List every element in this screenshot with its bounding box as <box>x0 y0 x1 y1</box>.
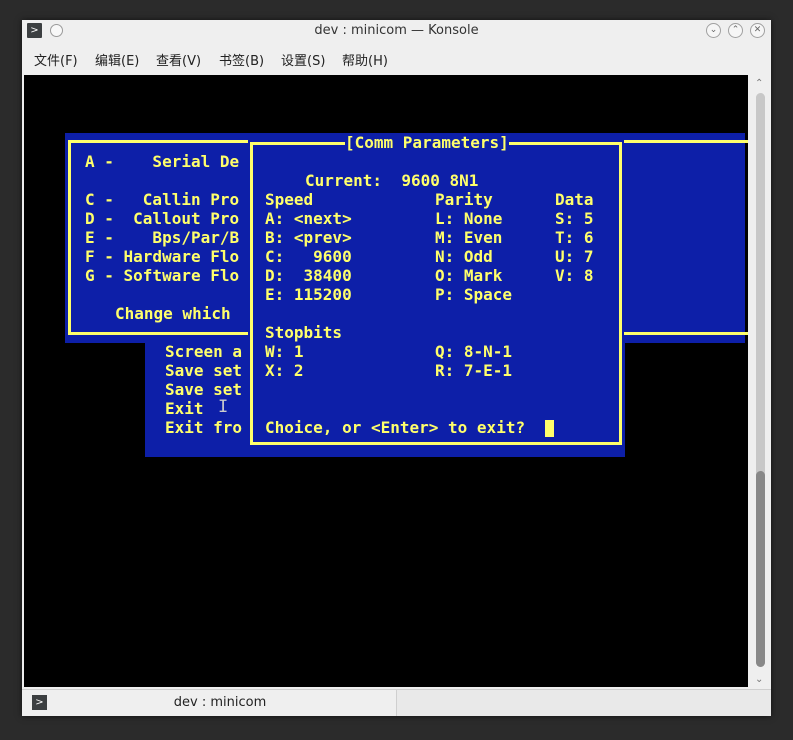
parity-option[interactable]: N: Odd <box>435 247 493 266</box>
parity-header: Parity <box>435 190 493 209</box>
text-cursor <box>545 420 554 437</box>
data-option[interactable]: U: 7 <box>555 247 594 266</box>
speed-option[interactable]: B: <prev> <box>265 228 352 247</box>
data-option[interactable]: S: 5 <box>555 209 594 228</box>
speed-option[interactable]: A: <next> <box>265 209 352 228</box>
tab-dev-minicom[interactable]: > dev : minicom <box>22 690 397 716</box>
main-menu-item[interactable]: Save set <box>165 380 242 399</box>
maximize-icon[interactable]: ⌃ <box>728 23 743 38</box>
serial-setup-item[interactable]: G - Software Flo <box>85 266 239 285</box>
minimize-icon[interactable]: ⌄ <box>706 23 721 38</box>
menu-bar: 文件(F) 编辑(E) 查看(V) 书签(B) 设置(S) 帮助(H) <box>22 46 771 72</box>
tab-bar: > dev : minicom <box>22 689 771 716</box>
ibeam-cursor-icon: I <box>218 397 229 417</box>
scroll-up-icon[interactable]: ⌃ <box>755 78 763 89</box>
serial-setup-prompt: Change which <box>115 304 231 323</box>
parity-option[interactable]: L: None <box>435 209 502 228</box>
serial-setup-item[interactable]: F - Hardware Flo <box>85 247 239 266</box>
data-option[interactable]: V: 8 <box>555 266 594 285</box>
parity-option[interactable]: M: Even <box>435 228 502 247</box>
scroll-thumb[interactable] <box>756 471 765 667</box>
speed-option[interactable]: D: 38400 <box>265 266 352 285</box>
comm-dialog-title: [Comm Parameters] <box>345 133 509 152</box>
serial-setup-item[interactable]: C - Callin Pro <box>85 190 239 209</box>
stopbits-header: Stopbits <box>265 323 343 342</box>
stopbits-option[interactable]: W: 1 <box>265 342 304 361</box>
parity-option[interactable]: P: Space <box>435 285 512 304</box>
main-menu-item[interactable]: Exit fro <box>165 418 242 437</box>
choice-prompt: Choice, or <Enter> to exit? <box>265 418 526 437</box>
preset-option[interactable]: R: 7-E-1 <box>435 361 512 380</box>
serial-setup-item[interactable]: E - Bps/Par/B <box>85 228 239 247</box>
menu-help[interactable]: 帮助(H) <box>342 50 388 69</box>
stopbits-option[interactable]: X: 2 <box>265 361 304 380</box>
parity-option[interactable]: O: Mark <box>435 266 502 285</box>
main-menu-item[interactable]: Save set <box>165 361 242 380</box>
speed-header: Speed <box>265 190 314 209</box>
serial-setup-item[interactable]: A - Serial De <box>85 152 239 171</box>
terminal-scrollbar[interactable]: ⌃ ⌄ <box>751 75 769 687</box>
data-header: Data <box>555 190 594 209</box>
data-option[interactable]: T: 6 <box>555 228 594 247</box>
window-title: dev : minicom — Konsole <box>314 23 479 38</box>
menu-view[interactable]: 查看(V) <box>156 50 201 69</box>
konsole-window: > dev : minicom — Konsole ⌄ ⌃ ✕ 文件(F) 编辑… <box>22 20 771 716</box>
speed-option[interactable]: E: 115200 <box>265 285 352 304</box>
serial-setup-item[interactable]: D - Callout Pro <box>85 209 239 228</box>
close-icon[interactable]: ✕ <box>750 23 765 38</box>
preset-option[interactable]: Q: 8-N-1 <box>435 342 512 361</box>
menu-bookmarks[interactable]: 书签(B) <box>219 50 264 69</box>
scroll-down-icon[interactable]: ⌄ <box>755 674 763 685</box>
current-settings: Current: 9600 8N1 <box>305 171 479 190</box>
main-menu-item[interactable]: Screen a <box>165 342 242 361</box>
main-menu-item[interactable]: Exit <box>165 399 204 418</box>
tab-label: dev : minicom <box>173 695 267 710</box>
terminal-area[interactable]: Screen a Save set Save set Exit Exit fro… <box>24 75 748 687</box>
menu-settings[interactable]: 设置(S) <box>281 50 325 69</box>
speed-option[interactable]: C: 9600 <box>265 247 352 266</box>
menu-edit[interactable]: 编辑(E) <box>95 50 139 69</box>
title-bar[interactable]: > dev : minicom — Konsole ⌄ ⌃ ✕ <box>22 20 771 42</box>
menu-file[interactable]: 文件(F) <box>34 50 78 69</box>
